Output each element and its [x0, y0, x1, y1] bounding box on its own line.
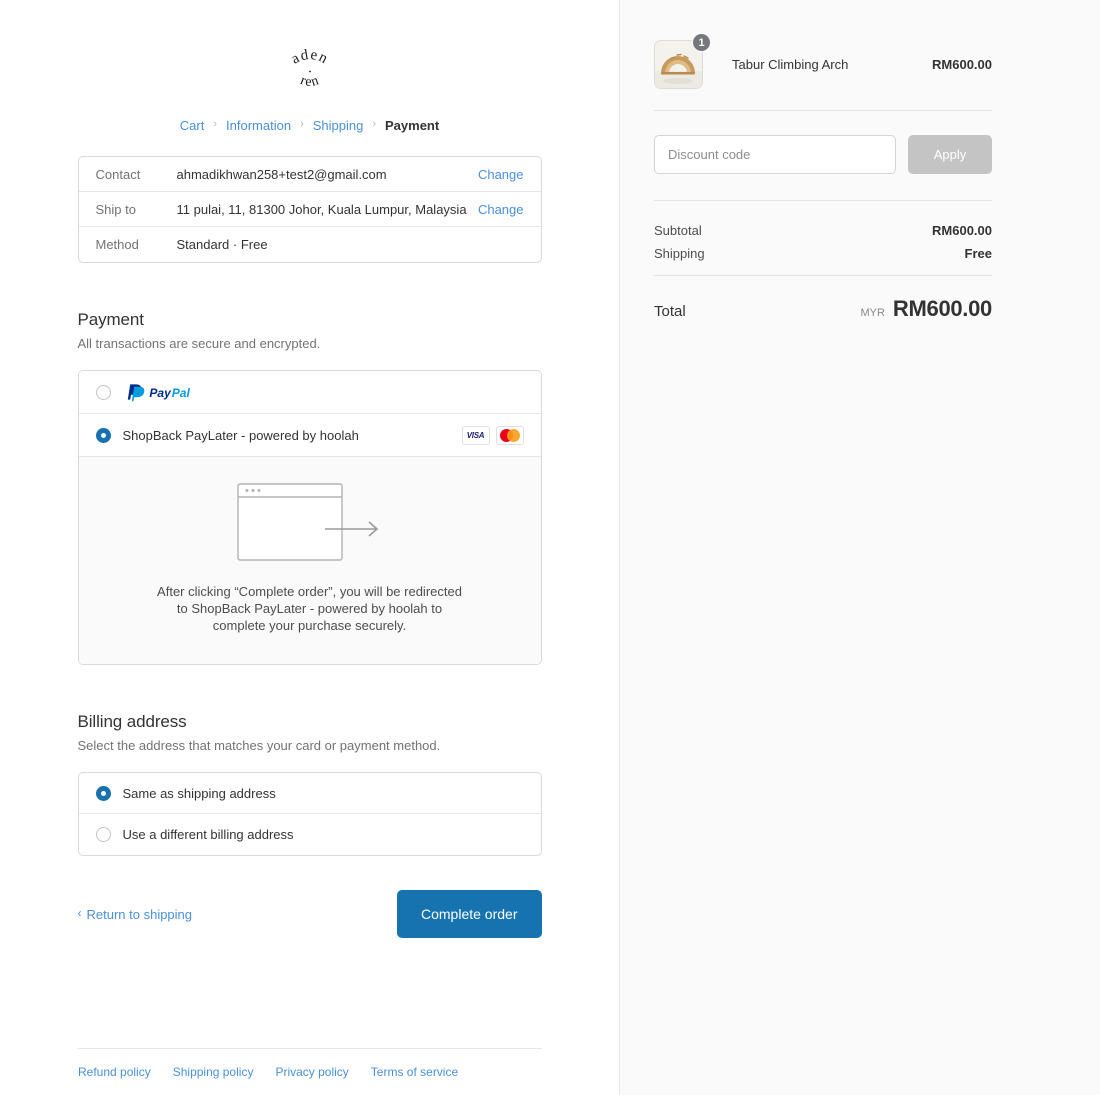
breadcrumb-item-cart[interactable]: Cart: [180, 118, 205, 133]
radio-shopback-paylater[interactable]: [95, 427, 111, 443]
paypal-logo-svg: Pay Pal: [127, 384, 190, 402]
order-line-item: 1 Tabur Climbing Arch RM600.00: [654, 33, 992, 111]
radio-paypal[interactable]: [95, 384, 111, 400]
paypal-logo: Pay Pal: [123, 382, 203, 402]
change-address-link[interactable]: Change: [478, 202, 524, 217]
review-label-contact: Contact: [95, 166, 141, 182]
chevron-right-icon: ›: [372, 118, 377, 130]
grand-total-value-group: MYR RM600.00: [860, 296, 992, 322]
subtotal-row: Subtotal RM600.00: [654, 223, 992, 238]
shipping-value: Free: [964, 246, 992, 261]
subtotal-value: RM600.00: [932, 223, 992, 238]
review-row-contact: Contact ahmadikhwan258+test2@gmail.com C…: [78, 157, 541, 192]
review-row-method: Method Standard · Free: [79, 227, 541, 262]
svg-text:Pay: Pay: [149, 386, 172, 400]
payment-methods-box: Pay Pal ShopBack PayLater - powered by h…: [77, 370, 542, 666]
discount-code-row: Apply: [654, 111, 992, 201]
mastercard-logo: [495, 425, 524, 445]
billing-address-box: Same as shipping address Use a different…: [77, 772, 542, 857]
return-to-shipping-link[interactable]: ‹ Return to shipping: [78, 907, 193, 922]
product-title: Tabur Climbing Arch: [732, 57, 849, 72]
aden-ren-logo-mark: aden ren: [288, 47, 330, 90]
store-logo[interactable]: aden ren: [78, 40, 542, 96]
order-summary-column: 1 Tabur Climbing Arch RM600.00 Apply Sub…: [620, 0, 1100, 1095]
billing-option-different-address[interactable]: Use a different billing address: [79, 814, 541, 855]
radio-same-as-shipping[interactable]: [95, 785, 111, 801]
shipping-label: Shipping: [654, 246, 705, 261]
svg-text:ren: ren: [298, 73, 321, 90]
checkout-page: aden ren Cart › Information › Shipping ›…: [0, 0, 1100, 1095]
return-to-shipping-label: Return to shipping: [86, 906, 193, 922]
breadcrumb: Cart › Information › Shipping › Payment: [78, 118, 542, 133]
complete-order-button[interactable]: Complete order: [397, 890, 542, 939]
footer-link-privacy-policy[interactable]: Privacy policy: [275, 1065, 348, 1079]
svg-text:Pal: Pal: [171, 386, 190, 400]
review-label-method: Method: [95, 237, 139, 252]
chevron-left-icon: ‹: [77, 906, 82, 921]
payment-method-shopback-paylater[interactable]: ShopBack PayLater - powered by hoolah VI…: [78, 414, 541, 457]
redirect-notice-text: After clicking “Complete order”, you wil…: [157, 584, 462, 634]
grand-total-label: Total: [654, 303, 686, 320]
grand-total-divider: Total MYR RM600.00: [654, 275, 992, 322]
review-value-method: Standard · Free: [176, 237, 268, 252]
breadcrumb-item-shipping[interactable]: Shipping: [313, 118, 364, 133]
card-brand-badges: VISA: [461, 425, 524, 445]
review-value-contact: ahmadikhwan258+test2@gmail.com: [176, 166, 387, 182]
product-price: RM600.00: [932, 57, 992, 72]
billing-option-same-as-shipping[interactable]: Same as shipping address: [78, 773, 541, 815]
grand-total-row: Total MYR RM600.00: [654, 296, 992, 322]
chevron-right-icon: ›: [300, 118, 304, 130]
change-contact-link[interactable]: Change: [478, 167, 524, 182]
visa-logo: VISA: [461, 425, 490, 445]
footer-link-shipping-policy[interactable]: Shipping policy: [173, 1065, 254, 1079]
discount-code-input[interactable]: [654, 135, 896, 174]
line-item-thumbnail-wrap: 1: [654, 33, 711, 89]
currency-code: MYR: [860, 307, 885, 319]
radio-different-billing[interactable]: [95, 827, 111, 843]
payment-section-subtitle: All transactions are secure and encrypte…: [77, 336, 321, 351]
payment-method-paypal[interactable]: Pay Pal: [78, 371, 541, 414]
redirect-notice-panel: After clicking “Complete order”, you wil…: [78, 457, 541, 665]
billing-section-title: Billing address: [77, 712, 187, 732]
checkout-actions: ‹ Return to shipping Complete order: [78, 890, 542, 939]
shipping-row: Shipping Free: [654, 246, 992, 261]
order-review-card: Contact ahmadikhwan258+test2@gmail.com C…: [77, 156, 542, 263]
apply-discount-button[interactable]: Apply: [908, 135, 992, 174]
payment-section-title: Payment: [77, 310, 144, 329]
checkout-main-column: aden ren Cart › Information › Shipping ›…: [0, 0, 620, 1095]
breadcrumb-item-payment: Payment: [385, 118, 440, 133]
breadcrumb-item-information[interactable]: Information: [226, 118, 291, 133]
review-value-ship-to: 11 pulai, 11, 81300 Johor, Kuala Lumpur,…: [176, 201, 467, 217]
grand-total-amount: RM600.00: [892, 296, 992, 321]
payment-method-shopback-label: ShopBack PayLater - powered by hoolah: [122, 427, 359, 443]
subtotal-label: Subtotal: [654, 223, 702, 238]
billing-option-same-label: Same as shipping address: [122, 785, 276, 801]
chevron-right-icon: ›: [213, 118, 218, 130]
review-row-ship-to: Ship to 11 pulai, 11, 81300 Johor, Kuala…: [78, 192, 541, 227]
svg-text:aden: aden: [288, 47, 330, 68]
footer-link-refund-policy[interactable]: Refund policy: [78, 1065, 151, 1079]
footer-link-terms-of-service[interactable]: Terms of service: [371, 1065, 458, 1079]
order-totals: Subtotal RM600.00 Shipping Free Total MY…: [654, 201, 992, 322]
footer-policy-links: Refund policy Shipping policy Privacy po…: [78, 1048, 542, 1095]
billing-section-subtitle: Select the address that matches your car…: [77, 738, 441, 754]
quantity-badge: 1: [692, 33, 711, 52]
review-label-ship-to: Ship to: [95, 201, 136, 217]
browser-redirect-icon: [237, 483, 379, 561]
billing-option-different-label: Use a different billing address: [122, 827, 294, 843]
